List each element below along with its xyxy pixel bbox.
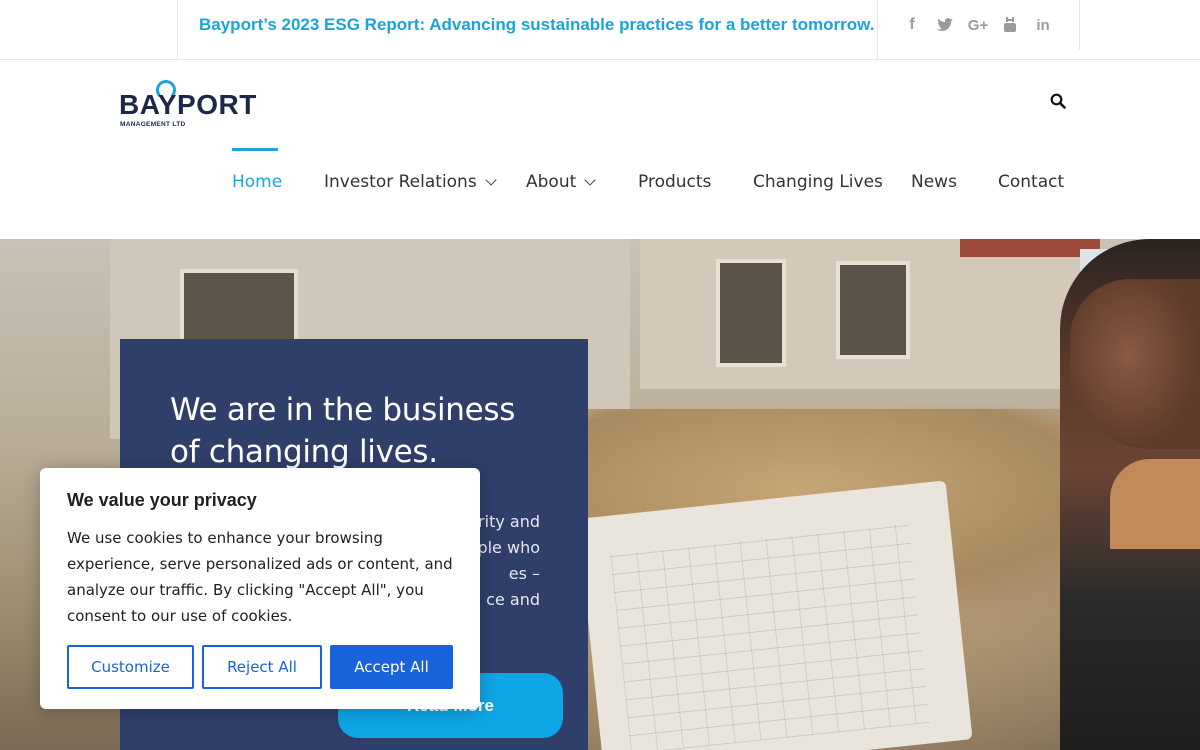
logo-wordmark: BAYPORT: [119, 89, 257, 120]
bayport-logo[interactable]: BAYPORT MANAGEMENT LTD: [119, 78, 259, 130]
announcement-bar: Bayport’s 2023 ESG Report: Advancing sus…: [177, 0, 878, 59]
linkedin-icon[interactable]: in: [1032, 14, 1054, 36]
nav-changing-lives[interactable]: Changing Lives: [753, 172, 883, 192]
accept-all-button[interactable]: Accept All: [330, 645, 453, 689]
main-navigation: Home Investor Relations About Products C…: [0, 148, 1200, 239]
nav-investor-relations-label: Investor Relations: [324, 172, 477, 192]
nav-about[interactable]: About: [526, 172, 596, 192]
nav-contact[interactable]: Contact: [998, 172, 1064, 192]
reject-all-button[interactable]: Reject All: [202, 645, 322, 689]
google-plus-icon[interactable]: G+: [967, 14, 989, 36]
cookie-title: We value your privacy: [67, 490, 257, 510]
cookie-description: We use cookies to enhance your browsing …: [67, 529, 453, 625]
nav-home[interactable]: Home: [232, 172, 282, 192]
logo-subtitle: MANAGEMENT LTD: [120, 121, 186, 128]
top-bar: Bayport’s 2023 ESG Report: Advancing sus…: [0, 0, 1200, 60]
chevron-down-icon: [485, 174, 497, 186]
social-links: f G+ in: [877, 0, 1080, 50]
cookie-consent-banner: We value your privacy We use cookies to …: [40, 468, 480, 709]
hero-title: We are in the business of changing lives…: [170, 392, 516, 470]
active-nav-indicator: [232, 148, 278, 151]
esg-report-link[interactable]: Bayport’s 2023 ESG Report: Advancing sus…: [199, 15, 874, 35]
search-icon[interactable]: [1050, 93, 1072, 115]
facebook-icon[interactable]: f: [901, 14, 923, 36]
nav-about-label: About: [526, 172, 577, 192]
youtube-icon[interactable]: [999, 14, 1021, 36]
nav-investor-relations[interactable]: Investor Relations: [324, 172, 497, 192]
nav-news[interactable]: News: [911, 172, 957, 192]
nav-products[interactable]: Products: [638, 172, 711, 192]
site-header: BAYPORT MANAGEMENT LTD Home Investor Rel…: [0, 60, 1200, 239]
twitter-icon[interactable]: [934, 14, 956, 36]
chevron-down-icon: [584, 174, 596, 186]
customize-button[interactable]: Customize: [67, 645, 194, 689]
